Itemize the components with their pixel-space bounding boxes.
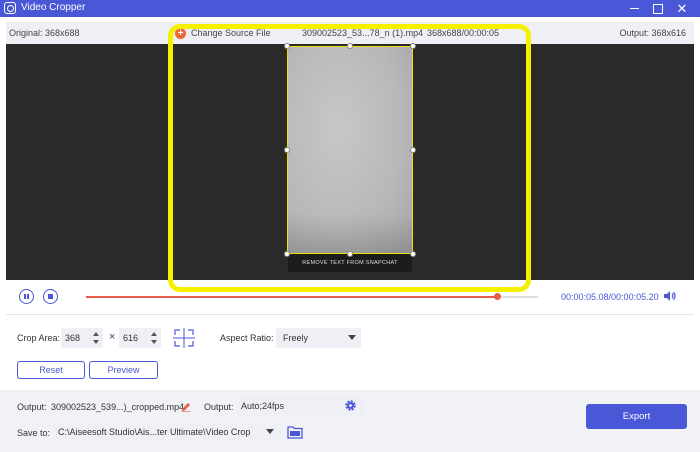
crop-height-value: 616 xyxy=(123,333,139,343)
title-bar: Video Cropper ✕ xyxy=(0,0,700,17)
progress-fill xyxy=(86,296,498,298)
stop-button[interactable] xyxy=(43,289,58,304)
gear-icon[interactable] xyxy=(344,399,357,412)
progress-handle[interactable] xyxy=(494,293,502,300)
maximize-icon[interactable] xyxy=(647,0,669,17)
aspect-ratio-select[interactable]: Freely xyxy=(276,328,361,348)
crop-width-value: 368 xyxy=(65,333,81,343)
save-path-value: C:\Aiseesoft Studio\Ais...ter Ultimate\V… xyxy=(58,427,251,437)
output-file-label: Output: xyxy=(17,402,47,412)
multiply-sign: × xyxy=(109,331,116,343)
volume-icon[interactable] xyxy=(663,290,677,302)
pause-button[interactable] xyxy=(19,289,34,304)
center-crop-icon[interactable] xyxy=(173,328,195,348)
divider xyxy=(6,314,694,315)
chevron-down-icon xyxy=(348,335,356,340)
output-file-name: 309002523_539...)_cropped.mp4 xyxy=(51,402,185,412)
total-time: /00:00:05.20 xyxy=(608,292,659,302)
stepper-arrows-icon[interactable] xyxy=(93,331,100,345)
close-icon[interactable]: ✕ xyxy=(671,0,693,17)
preview-button[interactable]: Preview xyxy=(89,361,158,379)
crop-height-stepper[interactable]: 616 xyxy=(119,328,161,348)
app-logo-icon xyxy=(4,2,16,14)
crop-width-stepper[interactable]: 368 xyxy=(61,328,103,348)
time-readout: 00:00:05.08/00:00:05.20 xyxy=(561,292,659,302)
minimize-icon[interactable] xyxy=(624,0,646,17)
aspect-ratio-label: Aspect Ratio: xyxy=(220,333,274,343)
chevron-down-icon xyxy=(266,429,274,434)
save-to-label: Save to: xyxy=(17,428,51,438)
export-button[interactable]: Export xyxy=(586,404,687,429)
output-format-label: Output: xyxy=(204,402,234,412)
highlight-box xyxy=(168,24,531,292)
pencil-icon[interactable] xyxy=(181,402,191,412)
aspect-ratio-value: Freely xyxy=(283,333,309,343)
save-path-select[interactable]: C:\Aiseesoft Studio\Ais...ter Ultimate\V… xyxy=(54,422,282,442)
progress-track[interactable] xyxy=(86,293,538,300)
crop-area-label: Crop Area: xyxy=(17,333,61,343)
output-size-label: Output: 368x616 xyxy=(619,28,686,38)
window-title: Video Cropper xyxy=(21,2,86,13)
stepper-arrows-icon[interactable] xyxy=(151,331,158,345)
folder-icon[interactable] xyxy=(287,425,303,439)
original-size-label: Original: 368x688 xyxy=(9,28,80,38)
current-time: 00:00:05.08 xyxy=(561,292,609,302)
output-format-value: Auto;24fps xyxy=(241,401,285,411)
reset-button[interactable]: Reset xyxy=(17,361,85,379)
